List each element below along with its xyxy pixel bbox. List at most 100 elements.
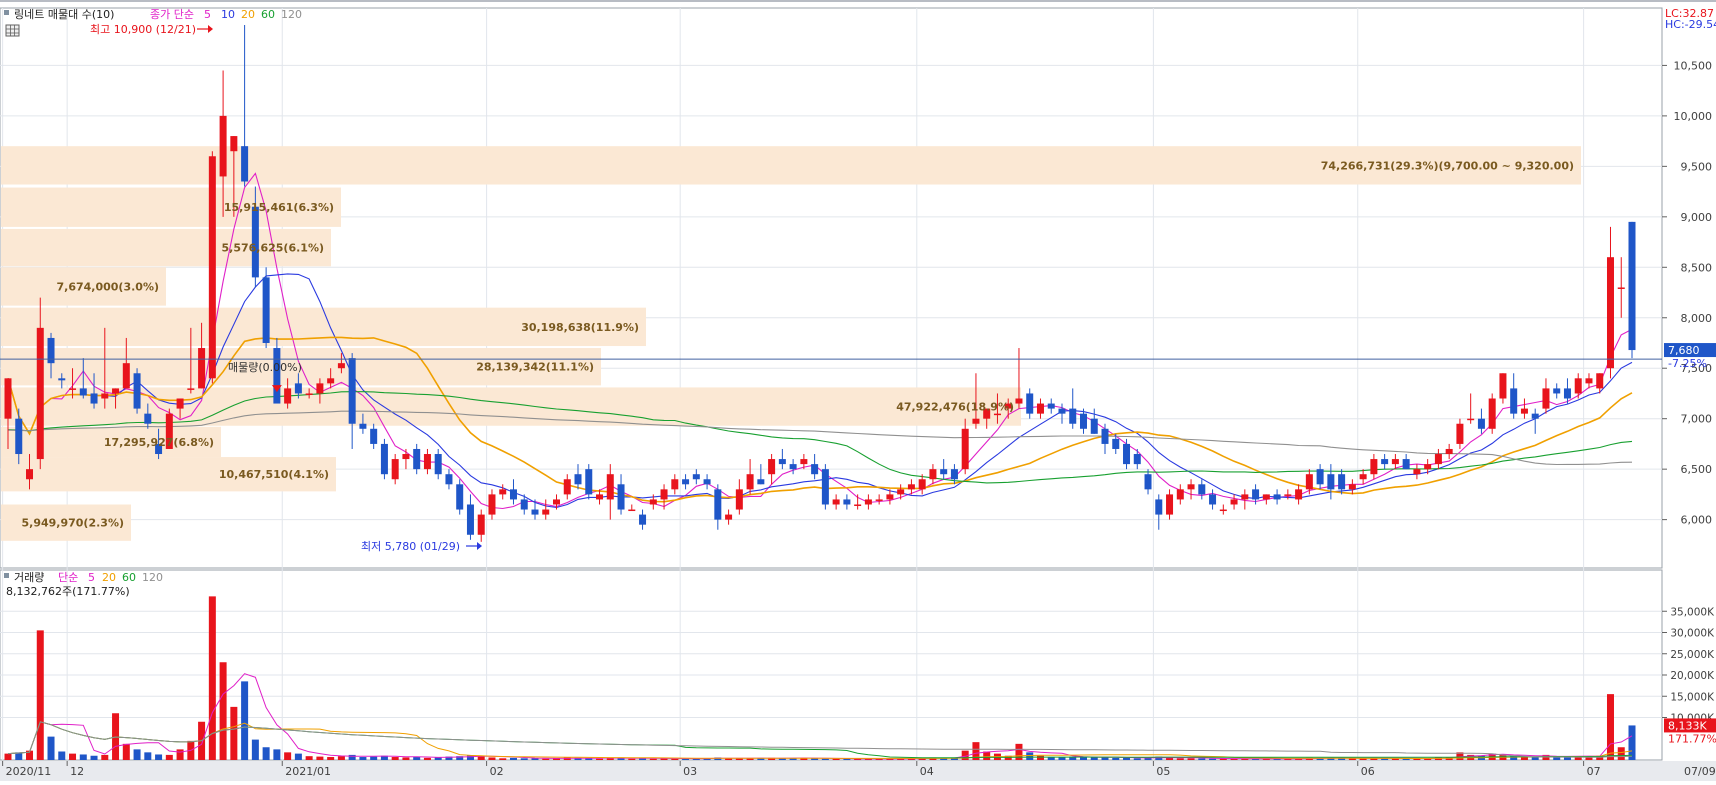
volume-bar	[531, 758, 539, 760]
candle-body	[961, 428, 969, 470]
volume-bar	[821, 758, 829, 760]
candle-body	[1413, 469, 1421, 475]
volume-bar	[294, 753, 302, 760]
candle-body	[1456, 423, 1464, 444]
candle-body	[241, 146, 249, 182]
candle-body	[1252, 489, 1260, 500]
volume-panel-marker-icon	[4, 573, 9, 578]
candle-body	[1359, 474, 1367, 480]
legend-ma10[interactable]: 10	[221, 8, 235, 21]
candle-body	[1284, 494, 1292, 496]
volume-bar	[101, 754, 109, 760]
candle-body	[101, 393, 109, 399]
candle-body	[542, 509, 550, 515]
volume-bar	[122, 743, 130, 760]
volume-tick-label: 35,000K	[1670, 606, 1715, 618]
volume-bar	[1187, 758, 1195, 760]
candle-body	[1230, 499, 1238, 505]
vlegend-ma5[interactable]: 5	[88, 571, 95, 584]
volume-bar	[359, 757, 367, 760]
volume-bar	[1036, 755, 1044, 760]
candle-body	[413, 448, 421, 470]
candle-body	[789, 464, 797, 470]
price-ma-label[interactable]: 종가 단순	[150, 8, 194, 21]
candle-body	[1176, 489, 1184, 500]
volume-panel-title[interactable]: 거래량	[14, 571, 44, 584]
candle-body	[1338, 474, 1346, 490]
candle-body	[1133, 454, 1141, 465]
candle-body	[714, 489, 722, 520]
candle-body	[262, 277, 270, 343]
date-axis-bg	[0, 761, 1716, 781]
stock-chart[interactable]: 5,949,970(2.3%) 17,295,927(6.8%) 10,467,51…	[0, 0, 1716, 781]
candle-body	[1628, 221, 1636, 351]
volume-bar	[649, 758, 657, 760]
vlegend-ma120[interactable]: 120	[142, 571, 163, 584]
volume-bar	[1198, 758, 1206, 760]
volume-bar	[273, 749, 281, 760]
candle-body	[1316, 469, 1324, 485]
candle-body	[4, 378, 12, 419]
volume-tick-label: 15,000K	[1670, 691, 1715, 703]
vlegend-ma20[interactable]: 20	[102, 571, 116, 584]
volume-bar	[305, 756, 313, 760]
legend-ma120[interactable]: 120	[281, 8, 302, 21]
candle-body	[531, 509, 539, 515]
volume-tick-label: 25,000K	[1670, 649, 1715, 661]
price-panel-marker-icon	[4, 10, 9, 15]
volume-ma-label[interactable]: 단순	[58, 571, 78, 584]
candle-body	[1123, 443, 1131, 465]
candle-body	[1520, 408, 1528, 414]
date-tick-label: 04	[920, 765, 934, 778]
legend-ma20[interactable]: 20	[241, 8, 255, 21]
volume-profile-label: 15,915,461(6.3%)	[224, 201, 334, 214]
candle-body	[1079, 413, 1087, 429]
candle-body	[1166, 494, 1174, 515]
legend-ma5[interactable]: 5	[204, 8, 211, 21]
candle-body	[639, 514, 647, 525]
candle-body	[1370, 459, 1378, 475]
candle-body	[520, 499, 528, 510]
candle-body	[1391, 459, 1399, 465]
volume-bar	[1617, 747, 1625, 760]
volume-bar	[520, 758, 528, 760]
candle-body	[144, 413, 152, 424]
candle-body	[1563, 388, 1571, 399]
candle-body	[1219, 509, 1227, 512]
candle-body	[1069, 408, 1077, 424]
volume-bar	[423, 757, 431, 760]
volume-profile-label: 5,949,970(2.3%)	[22, 517, 125, 530]
volume-profile-label: 47,922,476(18.9%)	[896, 401, 1014, 414]
candle-body	[671, 479, 679, 490]
volume-bar	[1112, 757, 1120, 760]
volume-bar	[133, 749, 141, 760]
volume-bar	[1133, 758, 1141, 760]
candle-body	[628, 509, 636, 512]
candle-body	[423, 454, 431, 470]
candle-body	[1241, 494, 1249, 500]
high-annotation: 최고 10,900 (12/21)	[90, 23, 196, 36]
date-tick-label: 12	[70, 765, 84, 778]
volume-bar	[1209, 758, 1217, 760]
candle-body	[15, 418, 23, 455]
volume-bar	[1058, 757, 1066, 760]
current-volume-label: 8,133K	[1668, 719, 1707, 732]
volume-tick-label: 30,000K	[1670, 628, 1715, 640]
candle-body	[509, 489, 517, 500]
candle-body	[1327, 474, 1335, 490]
volume-bar	[4, 753, 12, 760]
volume-bar	[262, 747, 270, 760]
date-tick-label: 02	[490, 765, 504, 778]
legend-ma60[interactable]: 60	[261, 8, 275, 21]
candle-body	[1467, 418, 1475, 421]
volume-bar	[36, 630, 44, 760]
candle-body	[800, 459, 808, 465]
vlegend-ma60[interactable]: 60	[122, 571, 136, 584]
volume-profile-label: 74,266,731(29.3%)(9,700.00 ~ 9,320.00)	[1321, 159, 1574, 172]
candle-body	[1209, 494, 1217, 505]
price-panel-title[interactable]: 링네트 매물대 수(10)	[14, 8, 114, 21]
candle-body	[596, 494, 604, 500]
grid-toggle-icon[interactable]	[5, 24, 20, 37]
chart-canvas[interactable]: 5,949,970(2.3%) 17,295,927(6.8%) 10,467,51…	[0, 0, 1716, 781]
candle-body	[79, 388, 87, 396]
